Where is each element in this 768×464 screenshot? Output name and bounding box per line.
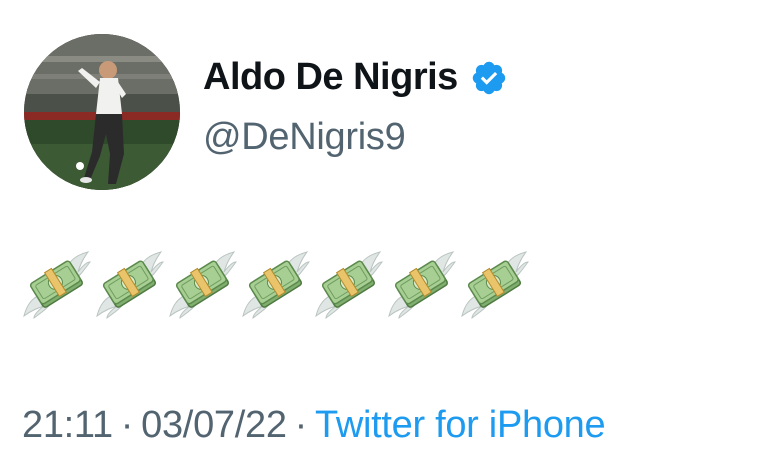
- meta-separator: ·: [120, 404, 134, 446]
- money-with-wings-icon: $: [22, 250, 92, 320]
- avatar-photo: [24, 34, 180, 190]
- money-with-wings-icon: $: [460, 250, 530, 320]
- tweet-text: $ $ $: [22, 250, 533, 320]
- author-handle[interactable]: @DeNigris9: [203, 116, 406, 159]
- money-with-wings-icon: $: [168, 250, 238, 320]
- verified-badge-icon: [470, 59, 508, 97]
- tweet-card: Aldo De Nigris @DeNigris9 $: [0, 0, 768, 464]
- money-with-wings-icon: $: [314, 250, 384, 320]
- money-with-wings-icon: $: [95, 250, 165, 320]
- tweet-date[interactable]: 03/07/22: [141, 404, 287, 446]
- avatar[interactable]: [24, 34, 180, 190]
- money-with-wings-icon: $: [241, 250, 311, 320]
- tweet-meta: 21:11 · 03/07/22 · Twitter for iPhone: [22, 404, 606, 447]
- author-display-name[interactable]: Aldo De Nigris: [203, 56, 458, 99]
- tweet-source-link[interactable]: Twitter for iPhone: [315, 404, 606, 446]
- author-name-row[interactable]: Aldo De Nigris: [203, 56, 508, 99]
- money-with-wings-icon: $: [387, 250, 457, 320]
- meta-separator: ·: [294, 404, 308, 446]
- tweet-time[interactable]: 21:11: [22, 404, 113, 446]
